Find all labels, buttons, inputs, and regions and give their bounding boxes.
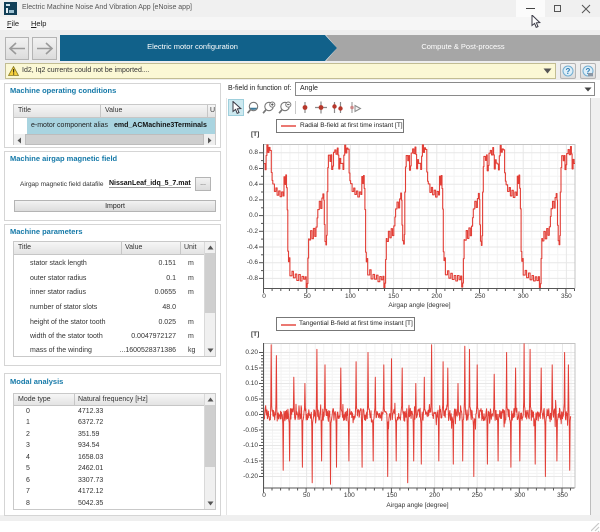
- svg-text:?: ?: [566, 67, 571, 76]
